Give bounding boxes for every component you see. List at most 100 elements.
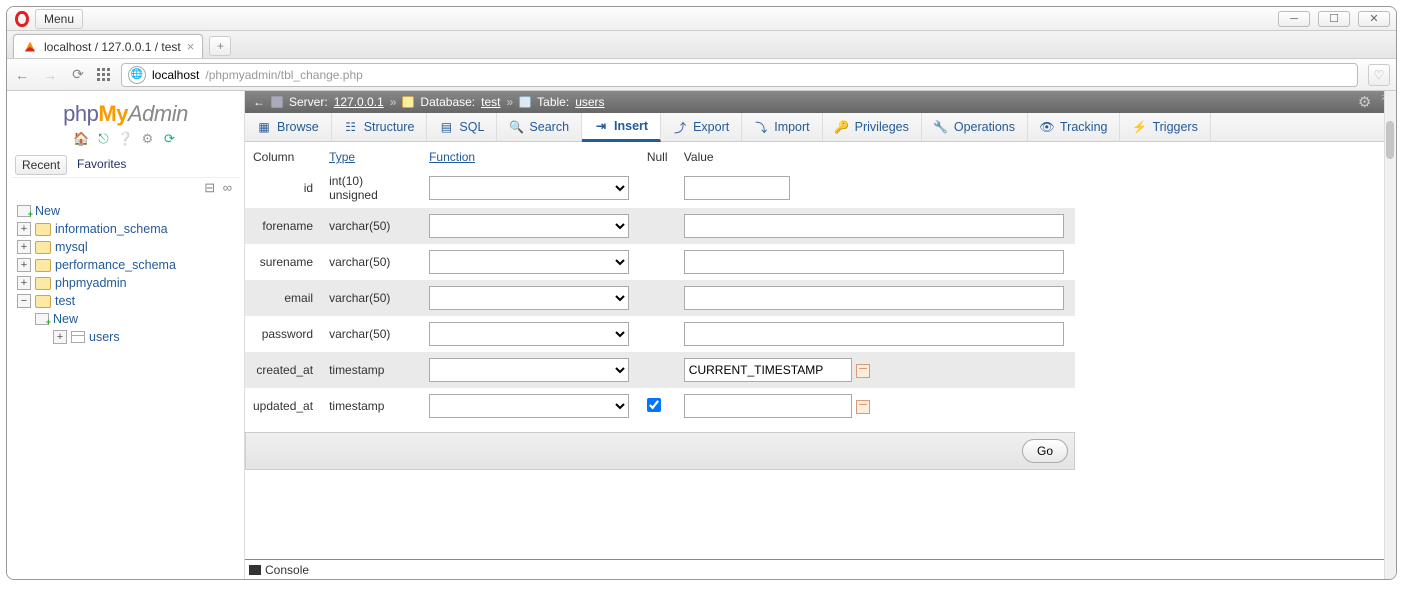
cell-null [639,244,676,280]
value-input-password[interactable] [684,322,1064,346]
expand-icon[interactable]: + [17,222,31,236]
breadcrumb-database[interactable]: test [481,95,500,109]
tree-database-information_schema[interactable]: +information_schema [13,220,238,238]
export-icon: ⤴ [673,120,687,134]
tree-table-users[interactable]: + users [13,328,238,346]
search-icon: 🔍 [509,120,523,134]
expand-icon[interactable]: + [17,258,31,272]
function-select-created_at[interactable] [429,358,629,382]
value-input-email[interactable] [684,286,1064,310]
logout-icon[interactable]: ⎋ [96,131,112,147]
reload-button[interactable]: ⟳ [69,66,87,83]
insert-table: Column Type Function Null Value idint(10… [245,146,1075,424]
row-created_at: created_attimestamp [245,352,1075,388]
value-input-updated_at[interactable] [684,394,852,418]
value-input-id[interactable] [684,176,790,200]
browse-icon: ▦ [257,120,271,134]
database-icon [35,223,51,236]
calendar-icon[interactable] [856,400,870,414]
tab-operations[interactable]: 🔧Operations [922,113,1028,141]
browser-window: Menu ─ ☐ ✕ localhost / 127.0.0.1 / test … [6,6,1397,580]
cell-type: varchar(50) [321,316,421,352]
function-select-forename[interactable] [429,214,629,238]
tree-database-phpmyadmin[interactable]: +phpmyadmin [13,274,238,292]
table-bc-icon [519,96,531,108]
window-minimize-button[interactable]: ─ [1278,11,1310,27]
tab-close-icon[interactable]: × [187,39,195,54]
header-function[interactable]: Function [421,146,639,168]
function-select-surename[interactable] [429,250,629,274]
function-select-id[interactable] [429,176,629,200]
cell-type: int(10) unsigned [321,168,421,208]
go-button[interactable]: Go [1022,439,1068,463]
reload-nav-icon[interactable]: ⟳ [162,131,178,147]
tree-new-database[interactable]: New [13,202,238,220]
tree-database-test[interactable]: − test [13,292,238,310]
expand-icon[interactable]: + [17,276,31,290]
breadcrumb-server[interactable]: 127.0.0.1 [334,95,384,109]
value-input-created_at[interactable] [684,358,852,382]
function-select-email[interactable] [429,286,629,310]
docs-icon[interactable]: ❔ [118,131,134,147]
breadcrumb-table[interactable]: users [575,95,604,109]
cell-type: timestamp [321,352,421,388]
cell-type: timestamp [321,388,421,424]
favorites-tab[interactable]: Favorites [71,155,132,175]
window-close-button[interactable]: ✕ [1358,11,1390,27]
browser-tab[interactable]: localhost / 127.0.0.1 / test × [13,34,203,58]
tab-triggers[interactable]: ⚡Triggers [1120,113,1210,141]
new-tab-button[interactable]: + [209,36,231,56]
console-bar[interactable]: Console [245,559,1384,579]
server-icon [271,96,283,108]
value-input-surename[interactable] [684,250,1064,274]
menu-button[interactable]: Menu [35,9,83,29]
tab-browse[interactable]: ▦Browse [245,113,332,141]
row-updated_at: updated_attimestamp [245,388,1075,424]
back-button[interactable]: ← [13,67,31,83]
tab-structure[interactable]: ☷Structure [332,113,428,141]
tab-import[interactable]: ⤵Import [742,113,822,141]
tab-search[interactable]: 🔍Search [497,113,582,141]
nav-back-icon[interactable]: ← [253,95,265,109]
operations-icon: 🔧 [934,120,948,134]
tab-sql[interactable]: ▤SQL [427,113,497,141]
expand-icon[interactable]: + [53,330,67,344]
function-select-updated_at[interactable] [429,394,629,418]
home-icon[interactable]: 🏠 [74,131,90,147]
value-input-forename[interactable] [684,214,1064,238]
navigation-sidebar: phpMyAdmin 🏠 ⎋ ❔ ⚙ ⟳ Recent Favorites ⊟ … [7,91,245,579]
function-select-password[interactable] [429,322,629,346]
url-host: localhost [152,68,199,82]
speed-dial-icon[interactable] [97,68,111,82]
expand-icon[interactable]: + [17,240,31,254]
recent-tab[interactable]: Recent [15,155,67,175]
database-icon [35,277,51,290]
null-checkbox-updated_at[interactable] [647,398,661,412]
address-bar[interactable]: 🌐 localhost/phpmyadmin/tbl_change.php [121,63,1358,87]
tab-export[interactable]: ⤴Export [661,113,742,141]
settings-icon[interactable]: ⚙ [140,131,156,147]
tab-tracking[interactable]: 👁Tracking [1028,113,1120,141]
cell-null [639,208,676,244]
site-info-icon[interactable]: 🌐 [128,66,146,84]
tab-privileges[interactable]: 🔑Privileges [823,113,922,141]
collapse-icon[interactable]: − [17,294,31,308]
database-tree: New +information_schema+mysql+performanc… [11,198,240,350]
structure-icon: ☷ [344,120,358,134]
bookmark-button[interactable]: ♡ [1368,64,1390,86]
row-password: passwordvarchar(50) [245,316,1075,352]
tree-database-performance_schema[interactable]: +performance_schema [13,256,238,274]
tab-insert[interactable]: ⇥Insert [582,113,661,142]
collapse-all-icon[interactable]: ⊟ [204,180,217,195]
forward-button[interactable]: → [41,67,59,83]
header-type[interactable]: Type [321,146,421,168]
row-surename: surenamevarchar(50) [245,244,1075,280]
window-maximize-button[interactable]: ☐ [1318,11,1350,27]
calendar-icon[interactable] [856,364,870,378]
link-icon[interactable]: ∞ [223,180,234,195]
tree-database-mysql[interactable]: +mysql [13,238,238,256]
tree-new-table[interactable]: New [13,310,238,328]
gear-icon[interactable]: ⚙ [1358,93,1371,111]
scrollbar-thumb[interactable] [1386,121,1394,159]
scrollbar[interactable] [1384,91,1396,579]
